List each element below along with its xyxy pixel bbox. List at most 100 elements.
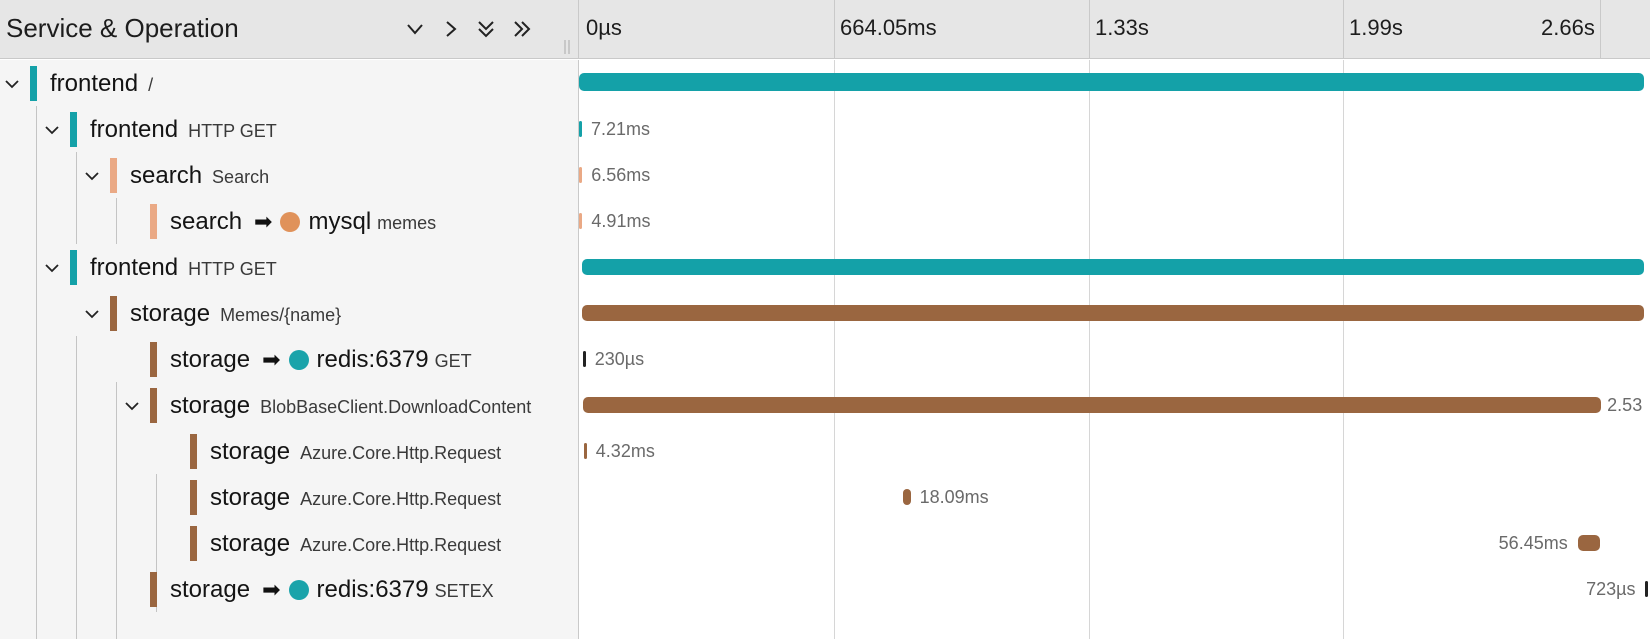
peer-operation: SETEX — [434, 581, 494, 601]
span-row[interactable]: storage Azure.Core.Http.Request 18.09ms — [0, 474, 1650, 522]
span-label[interactable]: search ➡ mysql memes — [0, 198, 579, 246]
service-name: storage — [170, 346, 251, 373]
operation-name: HTTP GET — [188, 121, 277, 141]
span-label[interactable]: frontend HTTP GET — [0, 244, 579, 292]
span-label[interactable]: storage ➡ redis:6379 GET — [0, 336, 579, 384]
expand-one-icon[interactable] — [436, 14, 466, 44]
tick-label: 0µs — [586, 15, 622, 40]
service-color-bar — [150, 342, 157, 377]
span-row[interactable]: frontend HTTP GET — [0, 244, 1650, 292]
expand-toggle-icon[interactable] — [80, 164, 104, 188]
span-title: storage ➡ redis:6379 SETEX — [170, 576, 494, 604]
operation-name: Azure.Core.Http.Request — [300, 535, 502, 555]
span-row[interactable]: storage Azure.Core.Http.Request 4.32ms — [0, 428, 1650, 476]
span-row[interactable]: storage Memes/{name} — [0, 290, 1650, 338]
span-row[interactable]: search Search 6.56ms — [0, 152, 1650, 200]
service-color-bar — [110, 296, 117, 331]
service-color-bar — [70, 250, 77, 285]
tick-line — [1343, 0, 1344, 59]
service-name: storage — [170, 576, 251, 603]
span-duration: 4.91ms — [591, 211, 651, 231]
collapse-one-icon[interactable] — [400, 14, 430, 44]
span-label[interactable]: frontend / — [0, 60, 579, 108]
span-bar[interactable] — [583, 443, 587, 459]
service-color-bar — [110, 158, 117, 193]
span-duration: 230µs — [594, 349, 645, 369]
operation-name: Memes/{name} — [220, 305, 342, 325]
span-label[interactable]: storage Memes/{name} — [0, 290, 579, 338]
arrow-right-icon: ➡ — [262, 577, 281, 602]
span-title: search Search — [130, 162, 269, 190]
operation-name: Azure.Core.Http.Request — [300, 489, 502, 509]
span-row[interactable]: storage BlobBaseClient.DownloadContent 2.5… — [0, 382, 1650, 430]
expand-all-icon[interactable] — [507, 14, 537, 44]
span-bar[interactable] — [1577, 535, 1601, 551]
operation-name: Search — [212, 167, 270, 187]
expand-toggle-icon[interactable] — [120, 394, 144, 418]
span-bar[interactable] — [579, 167, 583, 183]
span-bar[interactable] — [582, 305, 1644, 321]
service-name: storage — [170, 392, 251, 419]
span-label[interactable]: frontend HTTP GET — [0, 106, 579, 154]
expand-toggle-icon[interactable] — [0, 72, 24, 96]
service-operation-header: Service & Operation — [0, 0, 579, 59]
operation-name: HTTP GET — [188, 259, 277, 279]
span-row[interactable]: storage Azure.Core.Http.Request 56.45ms — [0, 520, 1650, 568]
span-duration: 723µs — [1586, 579, 1636, 599]
expand-toggle-icon[interactable] — [40, 256, 64, 280]
span-title: storage Azure.Core.Http.Request — [210, 530, 501, 558]
span-bar[interactable] — [579, 121, 582, 137]
span-duration: 7.21ms — [591, 119, 651, 139]
span-row[interactable]: frontend HTTP GET 7.21ms — [0, 106, 1650, 154]
tick-label: 1.99s — [1349, 15, 1403, 40]
span-list: frontend / frontend HTTP GET 7.21ms search Sea… — [0, 60, 1650, 639]
service-name: frontend — [90, 254, 179, 281]
span-row[interactable]: search ➡ mysql memes 4.91ms — [0, 198, 1650, 246]
tick-label: 664.05ms — [840, 15, 937, 40]
span-bar[interactable] — [582, 259, 1644, 275]
span-title: frontend HTTP GET — [90, 116, 277, 144]
service-color-bar — [190, 526, 197, 561]
span-bar[interactable] — [903, 489, 911, 505]
peer-service-name: redis:6379 — [316, 576, 429, 603]
span-row[interactable]: storage ➡ redis:6379 GET 230µs — [0, 336, 1650, 384]
span-bar[interactable] — [583, 397, 1602, 413]
span-label[interactable]: search Search — [0, 152, 579, 200]
tick-label: 1.33s — [1095, 15, 1149, 40]
service-name: storage — [130, 300, 211, 327]
span-bar[interactable] — [579, 213, 583, 229]
column-resize-handle[interactable] — [563, 40, 571, 54]
span-label[interactable]: storage BlobBaseClient.DownloadContent — [0, 382, 579, 430]
span-duration: 56.45ms — [1498, 533, 1568, 553]
service-name: frontend — [90, 116, 179, 143]
span-bar[interactable] — [1645, 581, 1649, 597]
collapse-all-icon[interactable] — [471, 14, 501, 44]
column-title: Service & Operation — [6, 13, 239, 43]
span-bar[interactable] — [582, 351, 586, 367]
service-color-bar — [150, 388, 157, 423]
span-row[interactable]: frontend / — [0, 60, 1650, 108]
service-color-bar — [150, 572, 157, 607]
span-label[interactable]: storage Azure.Core.Http.Request — [0, 474, 579, 522]
expand-toggle-icon[interactable] — [40, 118, 64, 142]
service-color-bar — [190, 434, 197, 469]
peer-service-dot-icon — [288, 580, 309, 600]
operation-name: / — [148, 75, 154, 95]
span-label[interactable]: storage Azure.Core.Http.Request — [0, 428, 579, 476]
peer-service-dot-icon — [288, 350, 309, 370]
span-label[interactable]: storage Azure.Core.Http.Request — [0, 520, 579, 568]
span-duration: 6.56ms — [591, 165, 651, 185]
service-name: storage — [210, 438, 291, 465]
expand-toggle-icon[interactable] — [80, 302, 104, 326]
tick-line — [1600, 0, 1601, 59]
peer-operation: GET — [434, 351, 472, 371]
service-color-bar — [70, 112, 77, 147]
span-title: frontend / — [50, 70, 153, 98]
span-label[interactable]: storage ➡ redis:6379 SETEX — [0, 566, 579, 614]
tick-label: 2.66s — [1541, 15, 1595, 40]
span-row[interactable]: storage ➡ redis:6379 SETEX 723µs — [0, 566, 1650, 614]
span-bar[interactable] — [579, 73, 1644, 91]
tick-line — [1089, 0, 1090, 59]
span-title: search ➡ mysql memes — [170, 208, 436, 236]
tick-line — [834, 0, 835, 59]
